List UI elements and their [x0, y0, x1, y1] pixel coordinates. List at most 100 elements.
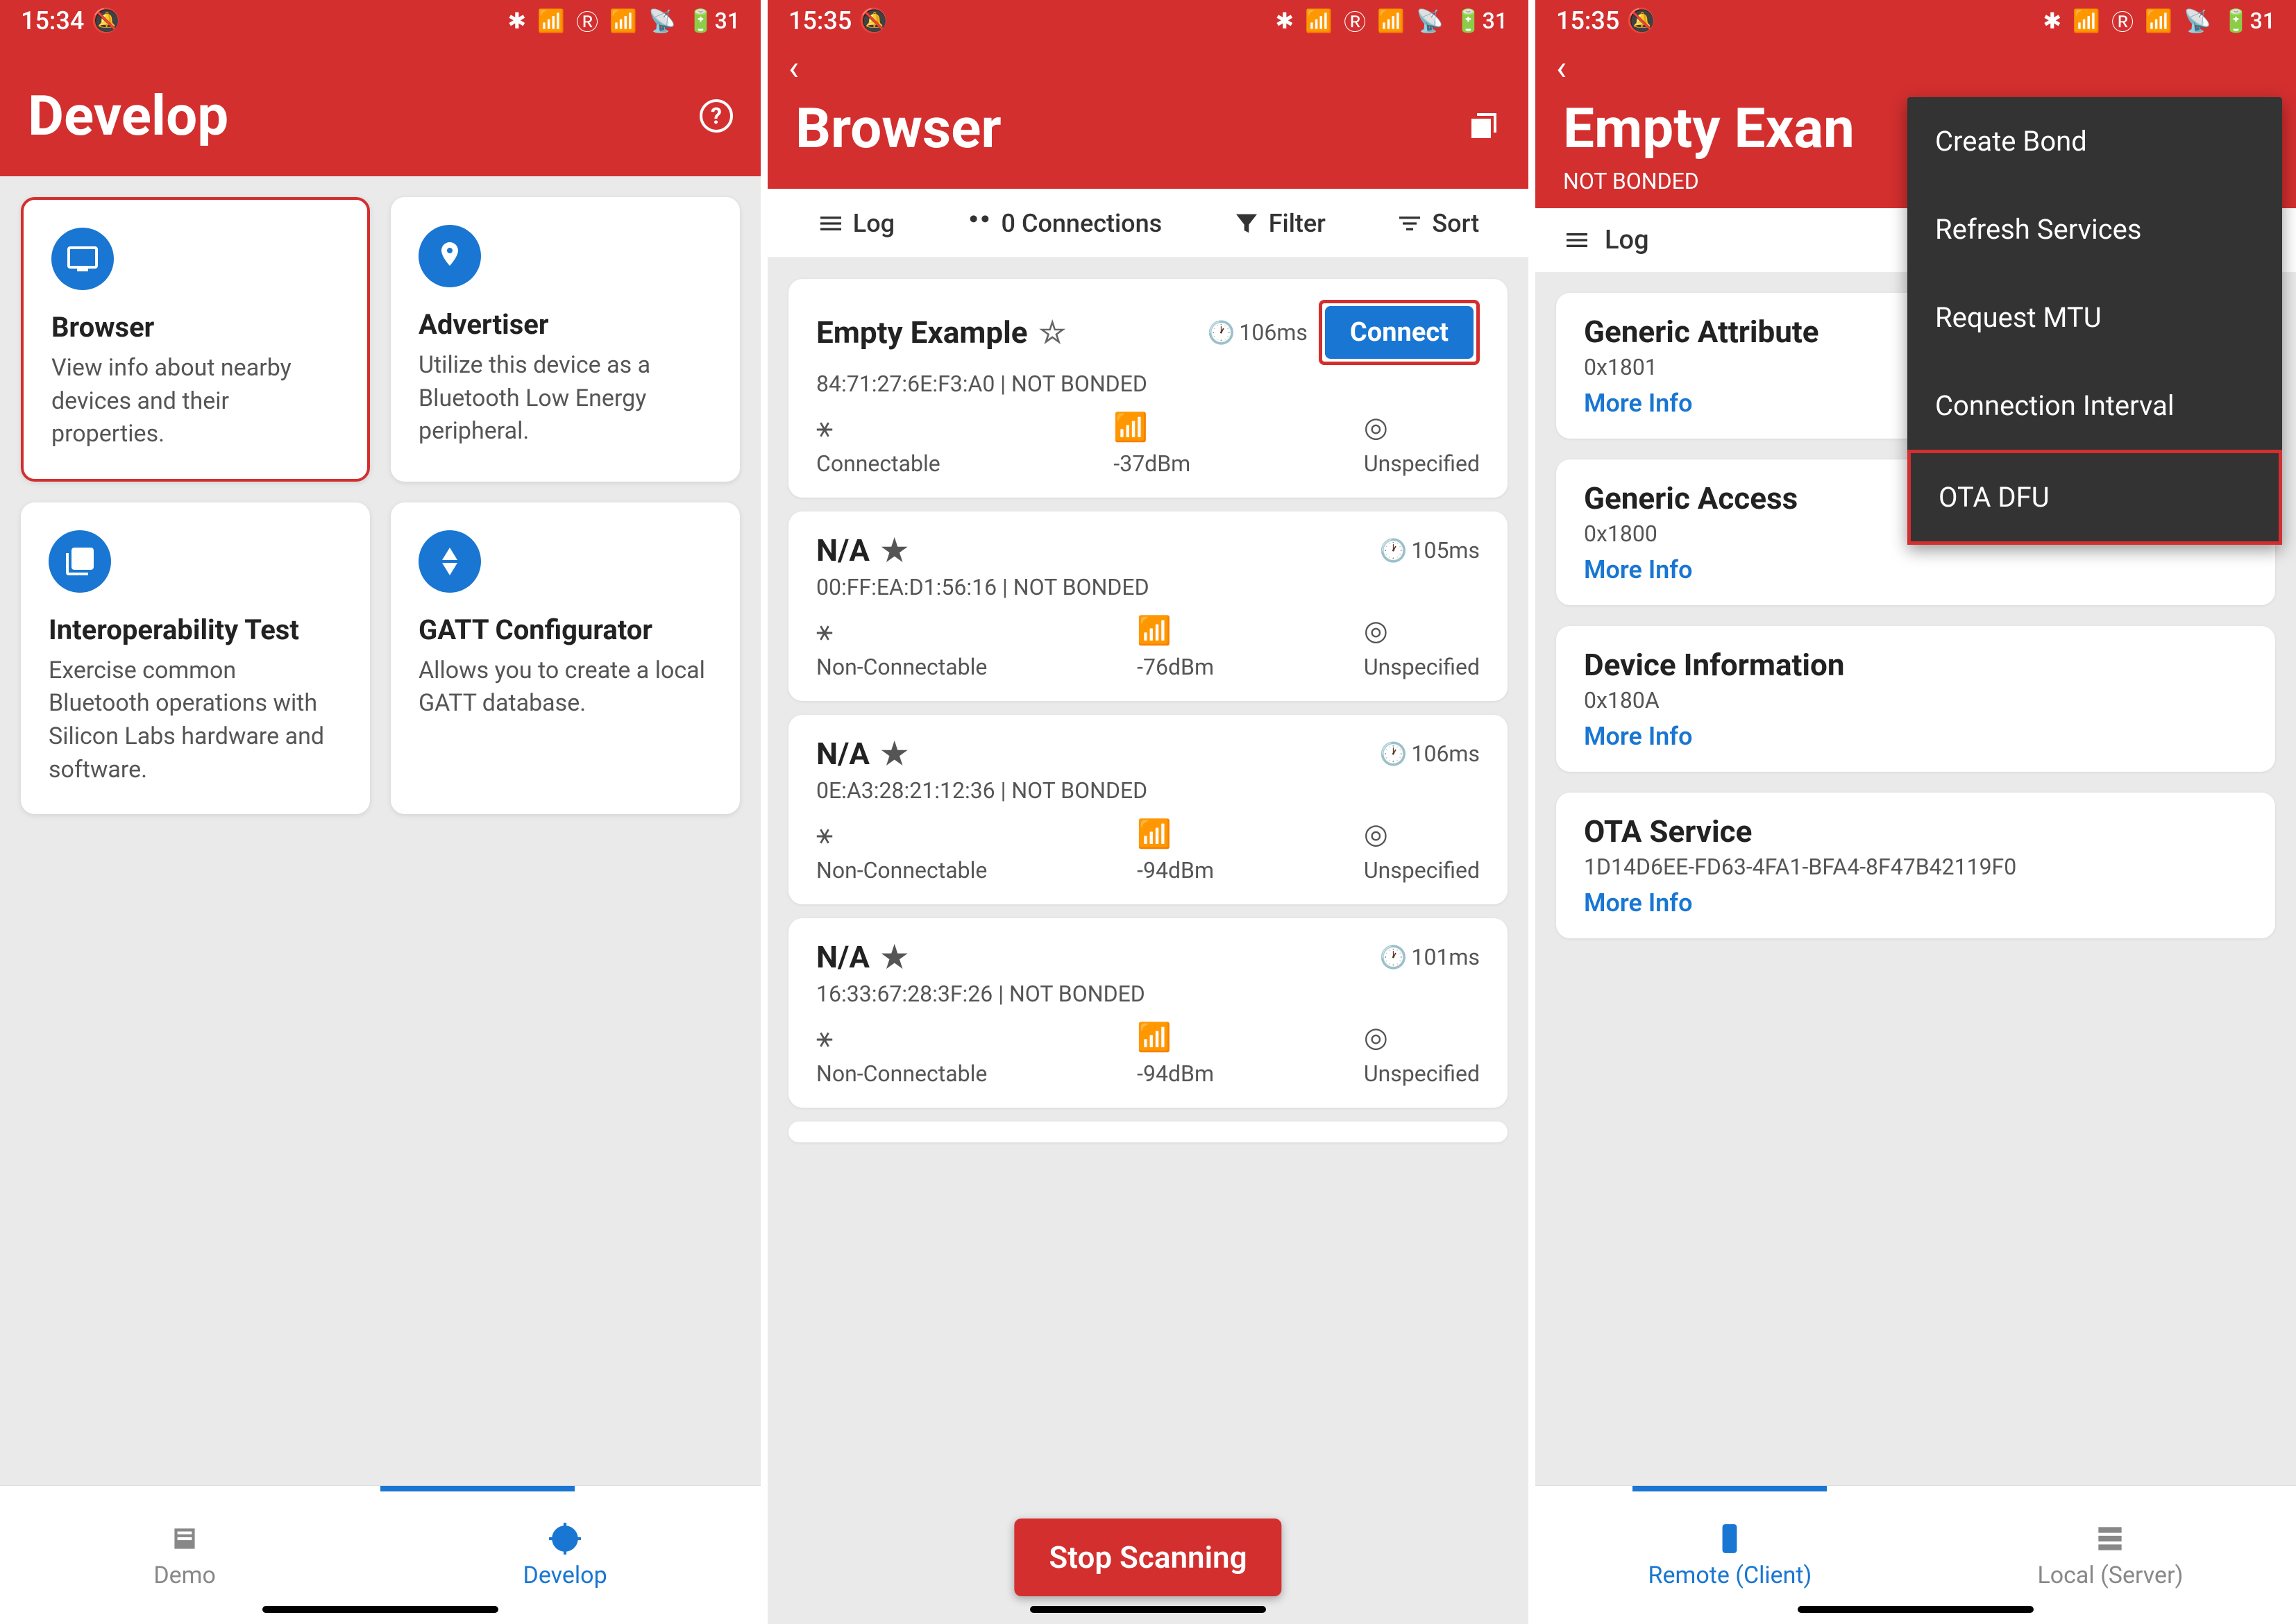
prop-dist: Unspecified: [1364, 450, 1480, 477]
status-icons: ✱ 📶 Ⓡ 📶 📡 🔋31: [2043, 5, 2275, 37]
header: Develop ?: [0, 42, 761, 176]
menu-refresh-services[interactable]: Refresh Services: [1907, 185, 2282, 273]
nav-local[interactable]: Local (Server): [2037, 1521, 2183, 1589]
gesture-bar: [1798, 1606, 2034, 1613]
device-card[interactable]: N/A★ 🕐106ms 0E:A3:28:21:12:36 | NOT BOND…: [788, 715, 1508, 904]
bluetooth-icon: ✱: [2043, 8, 2061, 34]
toolbar: Log 0 Connections Filter Sort: [768, 189, 1528, 258]
service-title: OTA Service: [1584, 813, 2247, 849]
card-desc: Allows you to create a local GATT databa…: [419, 654, 712, 720]
card-title: Interoperability Test: [49, 614, 342, 646]
card-interop[interactable]: Interoperability Test Exercise common Bl…: [21, 502, 370, 814]
toolbar-filter[interactable]: Filter: [1233, 209, 1326, 238]
dist-icon: ◎: [1364, 818, 1388, 850]
status-time: 15:34: [21, 6, 84, 35]
device-time: 🕐105ms: [1380, 537, 1480, 564]
prop-rssi: -94dBm: [1137, 857, 1214, 883]
card-advertiser[interactable]: Advertiser Utilize this device as a Blue…: [391, 197, 740, 482]
dnd-icon: 🔕: [1626, 6, 1657, 35]
prop-connectable: Non-Connectable: [816, 654, 987, 680]
menu-ota-dfu[interactable]: OTA DFU: [1907, 450, 2282, 545]
advertiser-icon: [419, 225, 481, 287]
card-desc: Exercise common Bluetooth operations wit…: [49, 654, 342, 786]
device-list: Empty Example ☆ 🕐106ms Connect 84:71:27:…: [768, 258, 1528, 1624]
rssi-icon: 📶: [1113, 411, 1148, 443]
status-time: 15:35: [788, 6, 852, 35]
signal2-icon: 📶: [609, 8, 637, 34]
service-uuid: 1D14D6EE-FD63-4FA1-BFA4-8F47B42119F0: [1584, 854, 2247, 880]
bottom-nav: Remote (Client) Local (Server): [1535, 1485, 2296, 1624]
prop-dist: Unspecified: [1364, 1060, 1480, 1087]
back-button[interactable]: ‹: [1556, 49, 2275, 89]
toolbar-sort[interactable]: Sort: [1396, 209, 1479, 238]
card-gatt[interactable]: GATT Configurator Allows you to create a…: [391, 502, 740, 814]
more-info-link[interactable]: More Info: [1584, 722, 2247, 751]
ble-icon: ⚹: [816, 818, 833, 850]
nav-demo[interactable]: Demo: [153, 1521, 216, 1589]
device-name: N/A: [816, 532, 870, 568]
tabs-icon[interactable]: [1467, 112, 1501, 145]
status-time: 15:35: [1556, 6, 1619, 35]
ble-icon: ⚹: [816, 411, 833, 443]
page-title: Develop: [28, 83, 228, 149]
service-card[interactable]: Device Information 0x180A More Info: [1556, 626, 2275, 772]
rssi-icon: 📶: [1137, 614, 1172, 647]
screen-develop: 15:34 🔕 ✱ 📶 Ⓡ 📶 📡 🔋31 Develop ? Browser …: [0, 0, 761, 1624]
screen-device-detail: 15:35 🔕 ✱ 📶 Ⓡ 📶 📡 🔋31 ‹ Empty Exan NOT B…: [1535, 0, 2296, 1624]
menu-create-bond[interactable]: Create Bond: [1907, 97, 2282, 185]
card-desc: View info about nearby devices and their…: [51, 352, 339, 451]
star-icon[interactable]: ★: [881, 736, 908, 772]
status-icons: ✱ 📶 Ⓡ 📶 📡 🔋31: [507, 5, 740, 37]
connect-highlight: Connect: [1319, 300, 1480, 365]
dist-icon: ◎: [1364, 1021, 1388, 1054]
r-icon: Ⓡ: [576, 5, 598, 37]
star-icon[interactable]: ☆: [1039, 314, 1066, 350]
battery-icon: 🔋31: [1455, 8, 1508, 34]
device-mac: 0E:A3:28:21:12:36 | NOT BONDED: [816, 777, 1480, 804]
help-icon[interactable]: ?: [700, 99, 733, 133]
nav-develop[interactable]: Develop: [523, 1521, 607, 1589]
nav-label: Demo: [153, 1562, 216, 1589]
prop-rssi: -76dBm: [1137, 654, 1214, 680]
card-title: Advertiser: [419, 308, 712, 341]
signal-icon: 📶: [537, 8, 565, 34]
more-info-link[interactable]: More Info: [1584, 888, 2247, 917]
device-card[interactable]: Empty Example ☆ 🕐106ms Connect 84:71:27:…: [788, 279, 1508, 498]
menu-request-mtu[interactable]: Request MTU: [1907, 273, 2282, 362]
toolbar-log[interactable]: Log: [817, 209, 895, 238]
stop-scanning-button[interactable]: Stop Scanning: [1014, 1519, 1281, 1596]
service-title: Device Information: [1584, 647, 2247, 683]
prop-dist: Unspecified: [1364, 654, 1480, 680]
log-label: Log: [1605, 225, 1649, 255]
star-icon[interactable]: ★: [881, 532, 908, 568]
connect-button[interactable]: Connect: [1325, 306, 1474, 359]
interop-icon: [49, 530, 111, 593]
nav-remote[interactable]: Remote (Client): [1648, 1521, 1812, 1589]
prop-rssi: -37dBm: [1113, 450, 1190, 477]
device-name: N/A: [816, 736, 870, 772]
gatt-icon: [419, 530, 481, 593]
rssi-icon: 📶: [1137, 818, 1172, 850]
back-button[interactable]: ‹: [788, 49, 1508, 89]
r-icon: Ⓡ: [2111, 5, 2134, 37]
signal-icon: 📶: [2073, 8, 2100, 34]
content-area: Browser View info about nearby devices a…: [0, 176, 761, 1485]
device-card[interactable]: N/A★ 🕐101ms 16:33:67:28:3F:26 | NOT BOND…: [788, 918, 1508, 1108]
toolbar-connections[interactable]: 0 Connections: [965, 209, 1163, 238]
device-card[interactable]: N/A★ 🕐105ms 00:FF:EA:D1:56:16 | NOT BOND…: [788, 511, 1508, 701]
ble-icon: ⚹: [816, 614, 833, 647]
service-uuid: 0x180A: [1584, 687, 2247, 713]
wifi-icon: 📡: [2184, 8, 2211, 34]
more-info-link[interactable]: More Info: [1584, 555, 2247, 584]
battery-icon: 🔋31: [687, 8, 740, 34]
prop-connectable: Connectable: [816, 450, 940, 477]
prop-dist: Unspecified: [1364, 857, 1480, 883]
service-card[interactable]: OTA Service 1D14D6EE-FD63-4FA1-BFA4-8F47…: [1556, 793, 2275, 938]
menu-connection-interval[interactable]: Connection Interval: [1907, 362, 2282, 450]
star-icon[interactable]: ★: [881, 939, 908, 975]
screen-browser: 15:35 🔕 ✱ 📶 Ⓡ 📶 📡 🔋31 ‹ Browser Log 0 Co…: [768, 0, 1528, 1624]
dist-icon: ◎: [1364, 614, 1388, 647]
wifi-icon: 📡: [1416, 8, 1444, 34]
device-time: 🕐106ms: [1208, 319, 1308, 346]
card-browser[interactable]: Browser View info about nearby devices a…: [21, 197, 370, 482]
